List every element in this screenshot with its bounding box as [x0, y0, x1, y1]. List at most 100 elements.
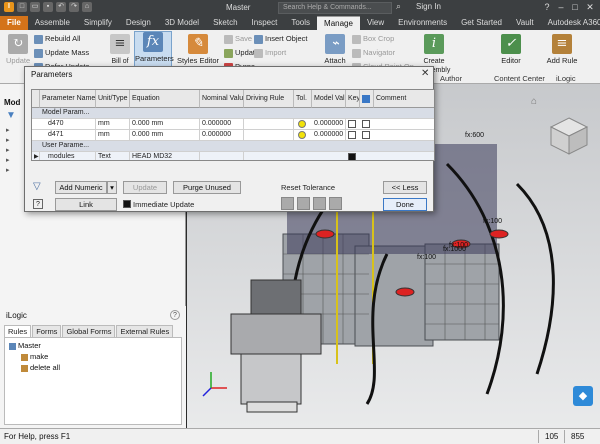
- box-crop-button[interactable]: Box Crop: [352, 34, 394, 44]
- styles-editor-button[interactable]: ✎ Styles Editor: [176, 34, 220, 65]
- update-button[interactable]: ↻ Update: [6, 34, 30, 65]
- minimize-button[interactable]: –: [554, 1, 568, 14]
- link-button[interactable]: Link: [55, 198, 117, 211]
- export-checkbox[interactable]: [362, 120, 370, 128]
- tree-expand-icon[interactable]: ▸: [6, 136, 10, 144]
- col-tolerance[interactable]: Tol.: [294, 90, 312, 108]
- maximize-button[interactable]: □: [568, 1, 582, 14]
- filter-icon[interactable]: ▽: [33, 181, 41, 192]
- col-nominal-value[interactable]: Nominal Value: [200, 90, 244, 108]
- new-file-icon[interactable]: □: [17, 2, 27, 12]
- help-icon[interactable]: ?: [33, 199, 43, 209]
- group-row[interactable]: User Parame...: [32, 141, 434, 152]
- update-styles-icon: [224, 48, 233, 58]
- col-model-value[interactable]: Model Value: [312, 90, 346, 108]
- tab-file[interactable]: File: [0, 16, 28, 30]
- search-input[interactable]: Search Help & Commands...: [278, 2, 392, 14]
- navigation-bar-icon[interactable]: ◆: [573, 386, 593, 406]
- tab-vault[interactable]: Vault: [509, 16, 541, 30]
- rule-root[interactable]: Master: [9, 341, 41, 350]
- sign-in-link[interactable]: Sign In: [416, 2, 441, 11]
- col-driving-rule[interactable]: Driving Rule: [244, 90, 294, 108]
- app-logo-icon[interactable]: I: [4, 2, 14, 12]
- update-mass-button[interactable]: Update Mass: [34, 48, 89, 58]
- param-equation[interactable]: 0.000 mm: [130, 130, 200, 141]
- search-icon[interactable]: ⌕: [396, 1, 401, 12]
- param-equation[interactable]: HEAD MD32: [130, 152, 200, 160]
- viewcube-icon[interactable]: [549, 116, 589, 156]
- export-checkbox[interactable]: [362, 131, 370, 139]
- tab-forms[interactable]: Forms: [32, 325, 62, 337]
- insert-object-button[interactable]: Insert Object: [254, 34, 308, 44]
- dialog-close-button[interactable]: ✕: [421, 68, 429, 79]
- key-checkbox[interactable]: [348, 153, 356, 160]
- purge-unused-button[interactable]: Purge Unused: [173, 181, 241, 194]
- tree-expand-icon[interactable]: ▸: [6, 126, 10, 134]
- tolerance-nominal-icon[interactable]: [313, 197, 326, 210]
- tolerance-icon[interactable]: [298, 131, 306, 139]
- tab-global-forms[interactable]: Global Forms: [62, 325, 116, 337]
- add-numeric-dropdown-icon[interactable]: ▾: [107, 181, 117, 194]
- col-comment[interactable]: Comment: [374, 90, 434, 108]
- tab-get-started[interactable]: Get Started: [454, 16, 509, 30]
- table-row[interactable]: ▶ modules Text HEAD MD32: [32, 152, 434, 160]
- update-button[interactable]: Update: [123, 181, 167, 194]
- save-icon[interactable]: ▪: [43, 2, 53, 12]
- tab-rules[interactable]: Rules: [4, 325, 32, 337]
- attach-button[interactable]: ⌁ Attach: [322, 34, 348, 65]
- param-driving-rule: [244, 130, 294, 141]
- col-key[interactable]: Key: [346, 90, 360, 108]
- tab-inspect[interactable]: Inspect: [245, 16, 285, 30]
- tab-design[interactable]: Design: [119, 16, 158, 30]
- close-button[interactable]: ✕: [583, 1, 597, 14]
- tab-assemble[interactable]: Assemble: [28, 16, 77, 30]
- immediate-update-checkbox[interactable]: [123, 200, 131, 208]
- rebuild-all-button[interactable]: Rebuild All: [34, 34, 80, 44]
- tab-a360[interactable]: Autodesk A360: [541, 16, 600, 30]
- undo-icon[interactable]: ↶: [56, 2, 66, 12]
- tree-expand-icon[interactable]: ▸: [6, 166, 10, 174]
- tolerance-icon[interactable]: [298, 120, 306, 128]
- col-parameter-name[interactable]: Parameter Name: [40, 90, 96, 108]
- col-unit-type[interactable]: Unit/Type: [96, 90, 130, 108]
- help-icon[interactable]: ?: [170, 310, 180, 320]
- key-checkbox[interactable]: [348, 120, 356, 128]
- tab-external-rules[interactable]: External Rules: [116, 325, 174, 337]
- parameters-button[interactable]: fx Parameters: [134, 31, 174, 67]
- tree-expand-icon[interactable]: ▸: [6, 156, 10, 164]
- rule-delete-all[interactable]: delete all: [21, 363, 60, 372]
- table-row[interactable]: d471 mm 0.000 mm 0.000000 0.000000: [32, 130, 434, 141]
- param-equation[interactable]: 0.000 mm: [130, 119, 200, 130]
- tolerance-upper-icon[interactable]: [281, 197, 294, 210]
- navigator-button[interactable]: Navigator: [352, 48, 395, 58]
- group-row[interactable]: Model Param...: [32, 108, 434, 119]
- import-button[interactable]: Import: [254, 48, 286, 58]
- tab-3d-model[interactable]: 3D Model: [158, 16, 206, 30]
- tolerance-median-icon[interactable]: [297, 197, 310, 210]
- tab-manage[interactable]: Manage: [317, 16, 360, 30]
- filter-icon[interactable]: ▼: [6, 110, 16, 121]
- table-row[interactable]: d470 mm 0.000 mm 0.000000 0.000000: [32, 119, 434, 130]
- tab-sketch[interactable]: Sketch: [206, 16, 244, 30]
- rule-make[interactable]: make: [21, 352, 48, 361]
- add-numeric-button[interactable]: Add Numeric: [55, 181, 107, 194]
- redo-icon[interactable]: ↷: [69, 2, 79, 12]
- col-equation[interactable]: Equation: [130, 90, 200, 108]
- tab-simplify[interactable]: Simplify: [77, 16, 119, 30]
- open-folder-icon[interactable]: ▭: [30, 2, 40, 12]
- less-button[interactable]: << Less: [383, 181, 427, 194]
- tree-expand-icon[interactable]: ▸: [6, 146, 10, 154]
- tab-tools[interactable]: Tools: [284, 16, 317, 30]
- save-style-button[interactable]: Save: [224, 34, 252, 44]
- help-button[interactable]: ?: [540, 1, 554, 14]
- editor-button[interactable]: ✓ Editor: [498, 34, 524, 65]
- col-export-icon[interactable]: [360, 90, 374, 108]
- home-view-icon[interactable]: ⌂: [531, 96, 537, 107]
- add-rule-button[interactable]: ≡ Add Rule: [546, 34, 578, 65]
- tab-view[interactable]: View: [360, 16, 391, 30]
- key-checkbox[interactable]: [348, 131, 356, 139]
- tolerance-lower-icon[interactable]: [329, 197, 342, 210]
- done-button[interactable]: Done: [383, 198, 427, 211]
- home-icon[interactable]: ⌂: [82, 2, 92, 12]
- tab-environments[interactable]: Environments: [391, 16, 454, 30]
